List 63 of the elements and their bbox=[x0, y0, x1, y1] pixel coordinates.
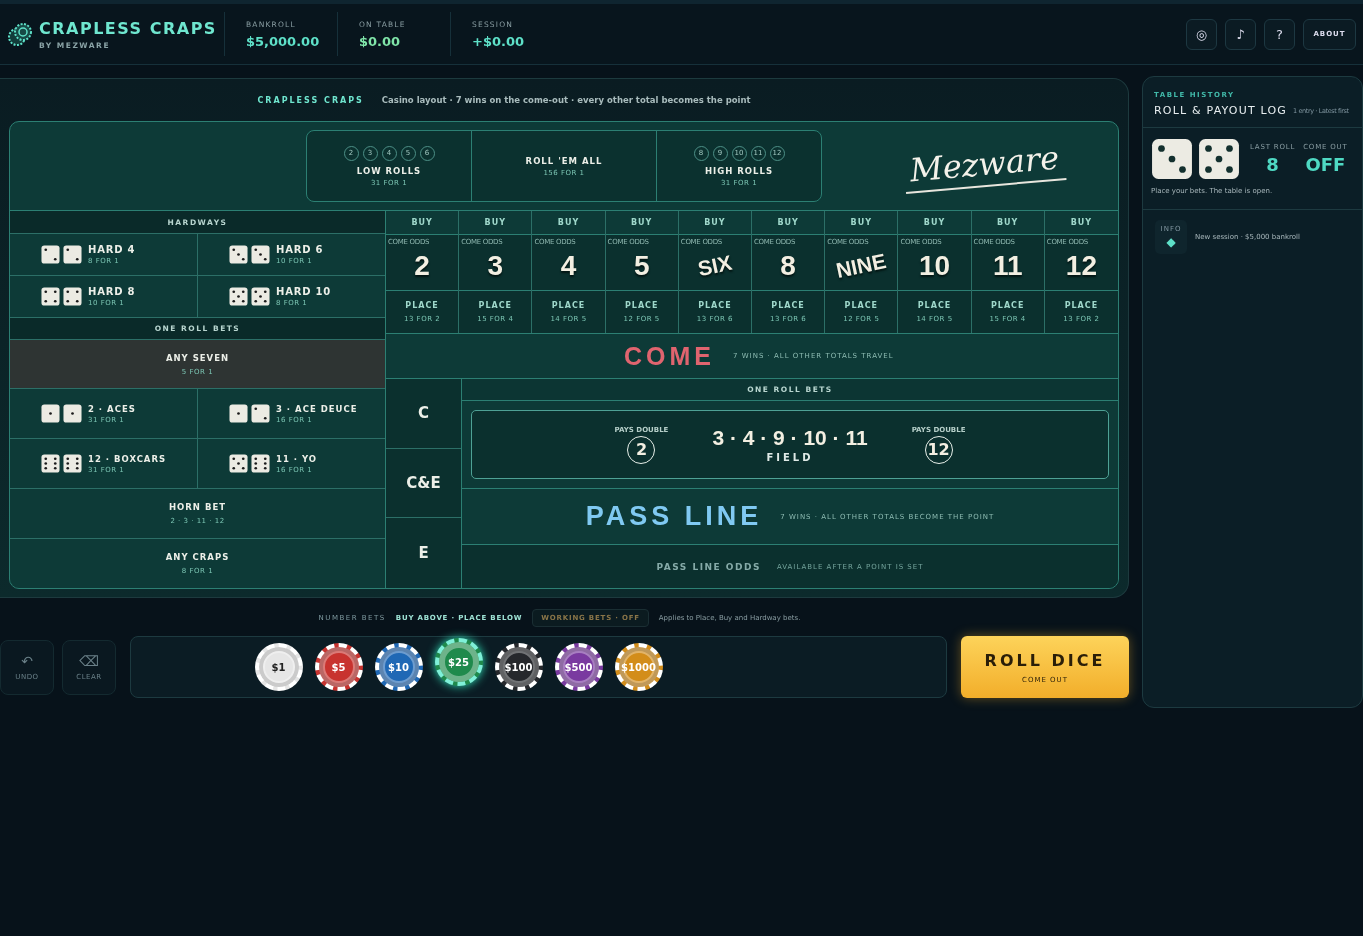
chip-button[interactable]: $10 bbox=[374, 643, 423, 691]
bet-name: HARD 6 bbox=[276, 244, 324, 255]
bet-name: 2 · ACES bbox=[88, 403, 136, 414]
field-label: FIELD bbox=[766, 452, 814, 463]
bet-name: PLACE bbox=[698, 301, 732, 310]
bet-name: PLACE bbox=[990, 301, 1025, 310]
craps-eleven-bet[interactable]: E bbox=[386, 518, 461, 588]
bet-name: PLACE bbox=[844, 301, 879, 310]
point-number: 12 bbox=[1065, 249, 1097, 282]
point-number: 8 bbox=[780, 249, 796, 282]
stat-value: +$0.00 bbox=[472, 33, 525, 49]
pass-line-label: PASS LINE bbox=[585, 501, 763, 532]
bet-name: ROLL 'EM ALL bbox=[525, 155, 603, 166]
bet-name: PLACE bbox=[405, 301, 439, 310]
script-logo: Mezware bbox=[902, 138, 1068, 194]
chip-button[interactable]: $1 bbox=[254, 643, 303, 691]
table-subtitle: Casino layout · 7 wins on the come-out · every other total becomes the point bbox=[381, 95, 751, 105]
point-number: 2 bbox=[414, 249, 430, 282]
bet-name: PLACE bbox=[1064, 301, 1099, 310]
table-title: CRAPLESS CRAPS bbox=[257, 95, 364, 105]
chips-logo-icon bbox=[7, 21, 33, 47]
craps-eleven-bet[interactable]: C bbox=[386, 379, 461, 449]
point-number: NINE bbox=[834, 248, 889, 283]
field-numbers: 3 · 4 · 9 · 10 · 11 bbox=[712, 426, 868, 450]
toolbar-button[interactable]: ♪ bbox=[1225, 18, 1256, 50]
point-number: 4 bbox=[560, 249, 577, 282]
stat-value: $5,000.00 bbox=[246, 33, 321, 49]
point-number: 5 bbox=[633, 249, 650, 282]
point-number: 11 bbox=[992, 249, 1023, 282]
point-number: 10 bbox=[918, 249, 951, 282]
point-number: SIX bbox=[695, 250, 734, 281]
bet-name: PLACE bbox=[624, 301, 659, 310]
bet-name: HARD 10 bbox=[276, 286, 332, 297]
bet-name: HIGH ROLLS bbox=[704, 165, 774, 176]
bet-name: PLACE bbox=[551, 301, 586, 310]
bet-name: 11 · YO bbox=[276, 453, 318, 464]
chip-button[interactable]: $5 bbox=[314, 643, 363, 691]
stat-value: OFF bbox=[1305, 154, 1346, 175]
bet-name: HORN BET bbox=[168, 502, 226, 512]
bet-name: 3 · ACE DEUCE bbox=[276, 403, 358, 414]
stat-value: 8 bbox=[1266, 154, 1279, 175]
toolbar-button[interactable]: ◎ bbox=[1186, 18, 1217, 50]
pass-odds-label: PASS LINE ODDS bbox=[656, 561, 761, 572]
chip-button[interactable]: $500 bbox=[554, 643, 603, 691]
chip-button[interactable]: $100 bbox=[494, 643, 543, 691]
bet-name: PLACE bbox=[917, 301, 952, 310]
app-title: CRAPLESS CRAPS bbox=[39, 18, 217, 38]
toolbar-button[interactable]: ? bbox=[1264, 18, 1295, 50]
bet-name: HARD 4 bbox=[88, 244, 136, 255]
bet-name: HARD 8 bbox=[88, 286, 136, 297]
craps-eleven-bet[interactable]: C&E bbox=[386, 448, 461, 519]
bet-name: ANY CRAPS bbox=[165, 552, 230, 562]
come-label: COME bbox=[624, 341, 715, 371]
bet-name: ANY SEVEN bbox=[165, 352, 230, 363]
diamond-icon: ◆ bbox=[1166, 235, 1176, 249]
stat-value: $0.00 bbox=[359, 33, 402, 49]
point-number: 3 bbox=[487, 249, 504, 282]
panel-title: ROLL & PAYOUT LOG bbox=[1154, 104, 1288, 117]
bet-name: PLACE bbox=[771, 301, 805, 310]
bet-name: 12 · BOXCARS bbox=[88, 453, 167, 464]
chip-button[interactable]: $25 bbox=[434, 638, 483, 686]
bet-name: LOW ROLLS bbox=[356, 165, 422, 176]
bet-name: PLACE bbox=[478, 301, 513, 310]
